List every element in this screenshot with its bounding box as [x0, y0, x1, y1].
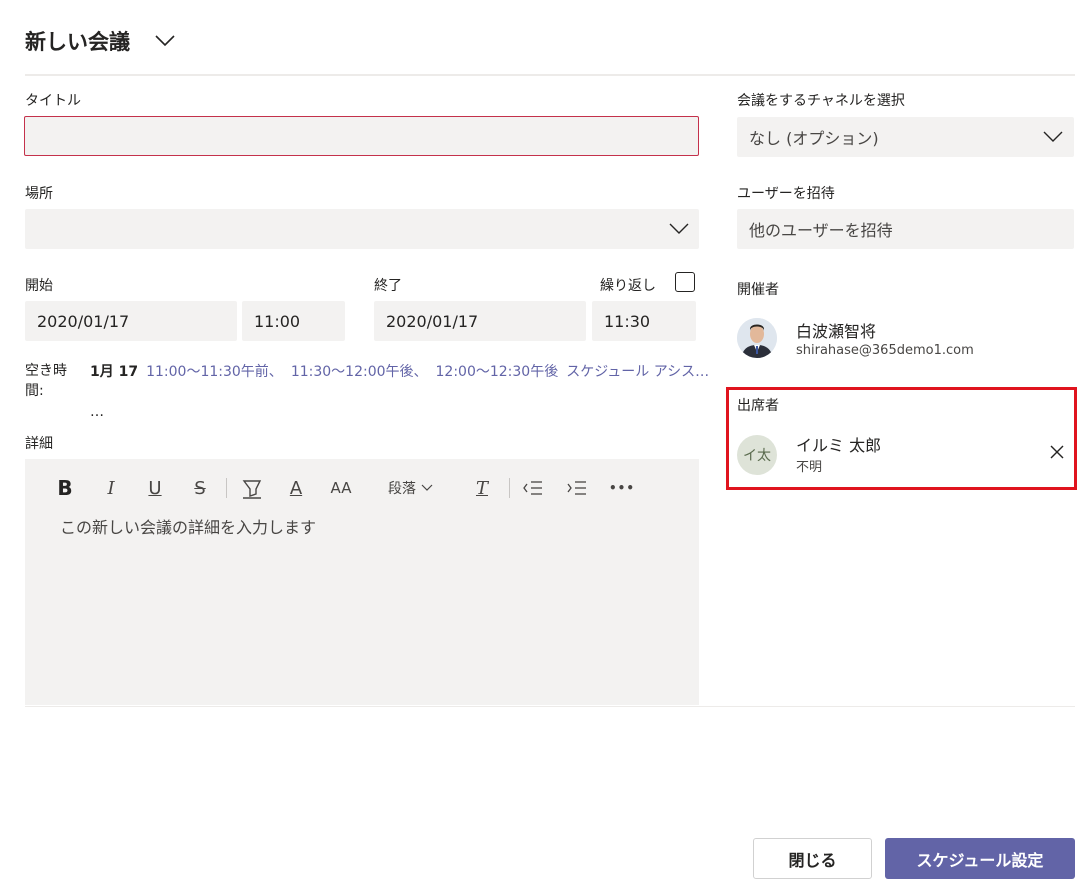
start-date-input[interactable]: 2020/01/17 — [25, 301, 237, 341]
close-button[interactable]: 閉じる — [753, 838, 872, 879]
title-label: タイトル — [25, 93, 81, 109]
free-slot-3[interactable]: 12:00～12:30午後 — [436, 361, 559, 381]
end-time-input[interactable]: 11:30 — [592, 301, 696, 341]
increase-indent-icon[interactable] — [566, 478, 588, 498]
paragraph-dropdown[interactable]: 段落 — [388, 476, 440, 500]
location-label: 場所 — [25, 186, 53, 202]
free-slot-2[interactable]: 11:30～12:00午後、 — [291, 361, 428, 381]
free-time-more[interactable]: … — [90, 404, 104, 420]
start-time-input[interactable]: 11:00 — [242, 301, 345, 341]
details-label: 詳細 — [25, 436, 53, 452]
more-options-button[interactable]: ••• — [608, 476, 636, 500]
chevron-down-icon[interactable] — [669, 223, 689, 235]
divider — [25, 706, 1075, 707]
repeat-label: 繰り返し — [600, 278, 656, 294]
free-time-date: 1月 17 — [90, 364, 139, 380]
invite-placeholder: 他のユーザーを招待 — [749, 221, 893, 240]
schedule-assistant-link[interactable]: スケジュール アシス… — [566, 361, 709, 381]
invite-input[interactable]: 他のユーザーを招待 — [737, 209, 1074, 249]
channel-select[interactable]: なし (オプション) — [737, 117, 1074, 157]
organizer-label: 開催者 — [737, 282, 779, 298]
decrease-indent-icon[interactable] — [522, 478, 544, 498]
clear-format-button[interactable]: T — [470, 476, 494, 500]
bold-button[interactable]: B — [54, 476, 76, 500]
start-label: 開始 — [25, 278, 53, 294]
title-input[interactable] — [24, 116, 699, 156]
italic-button[interactable]: I — [100, 476, 122, 500]
font-size-button[interactable]: AA — [328, 476, 354, 500]
strikethrough-button[interactable]: S — [189, 476, 211, 500]
channel-label: 会議をするチャネルを選択 — [737, 93, 905, 109]
channel-value: なし (オプション) — [749, 129, 879, 148]
organizer-name: 白波瀬智将 — [796, 322, 877, 341]
underline-button[interactable]: U — [144, 476, 166, 500]
end-label: 終了 — [374, 278, 402, 294]
end-date-input[interactable]: 2020/01/17 — [374, 301, 586, 341]
page-title: 新しい会議 — [25, 30, 130, 54]
divider — [25, 74, 1075, 76]
person-photo-icon — [737, 318, 777, 358]
attendees-highlight-box — [726, 387, 1077, 490]
invite-label: ユーザーを招待 — [737, 186, 835, 202]
free-slot-1[interactable]: 11:00～11:30午前、 — [146, 361, 283, 381]
chevron-down-icon[interactable] — [1043, 131, 1063, 143]
paragraph-label: 段落 — [388, 481, 416, 497]
location-input[interactable] — [25, 209, 699, 249]
free-time-label: 空き時 間: — [25, 361, 67, 401]
avatar — [737, 318, 777, 358]
repeat-checkbox[interactable] — [675, 272, 695, 292]
chevron-down-icon — [421, 484, 433, 491]
font-color-button[interactable]: A — [285, 476, 307, 500]
toolbar-separator — [226, 478, 227, 498]
details-editor[interactable] — [25, 459, 699, 705]
highlight-icon[interactable] — [240, 477, 264, 499]
details-placeholder: この新しい会議の詳細を入力します — [60, 518, 317, 537]
free-time-label-line2: 間: — [25, 383, 44, 399]
free-time-label-line1: 空き時 — [25, 363, 67, 379]
organizer-email: shirahase@365demo1.com — [796, 343, 974, 358]
chevron-down-icon[interactable] — [154, 32, 176, 48]
schedule-button[interactable]: スケジュール設定 — [885, 838, 1075, 879]
free-time-row: 1月 17 11:00～11:30午前、 11:30～12:00午後、 12:0… — [90, 361, 709, 381]
toolbar-separator — [509, 478, 510, 498]
